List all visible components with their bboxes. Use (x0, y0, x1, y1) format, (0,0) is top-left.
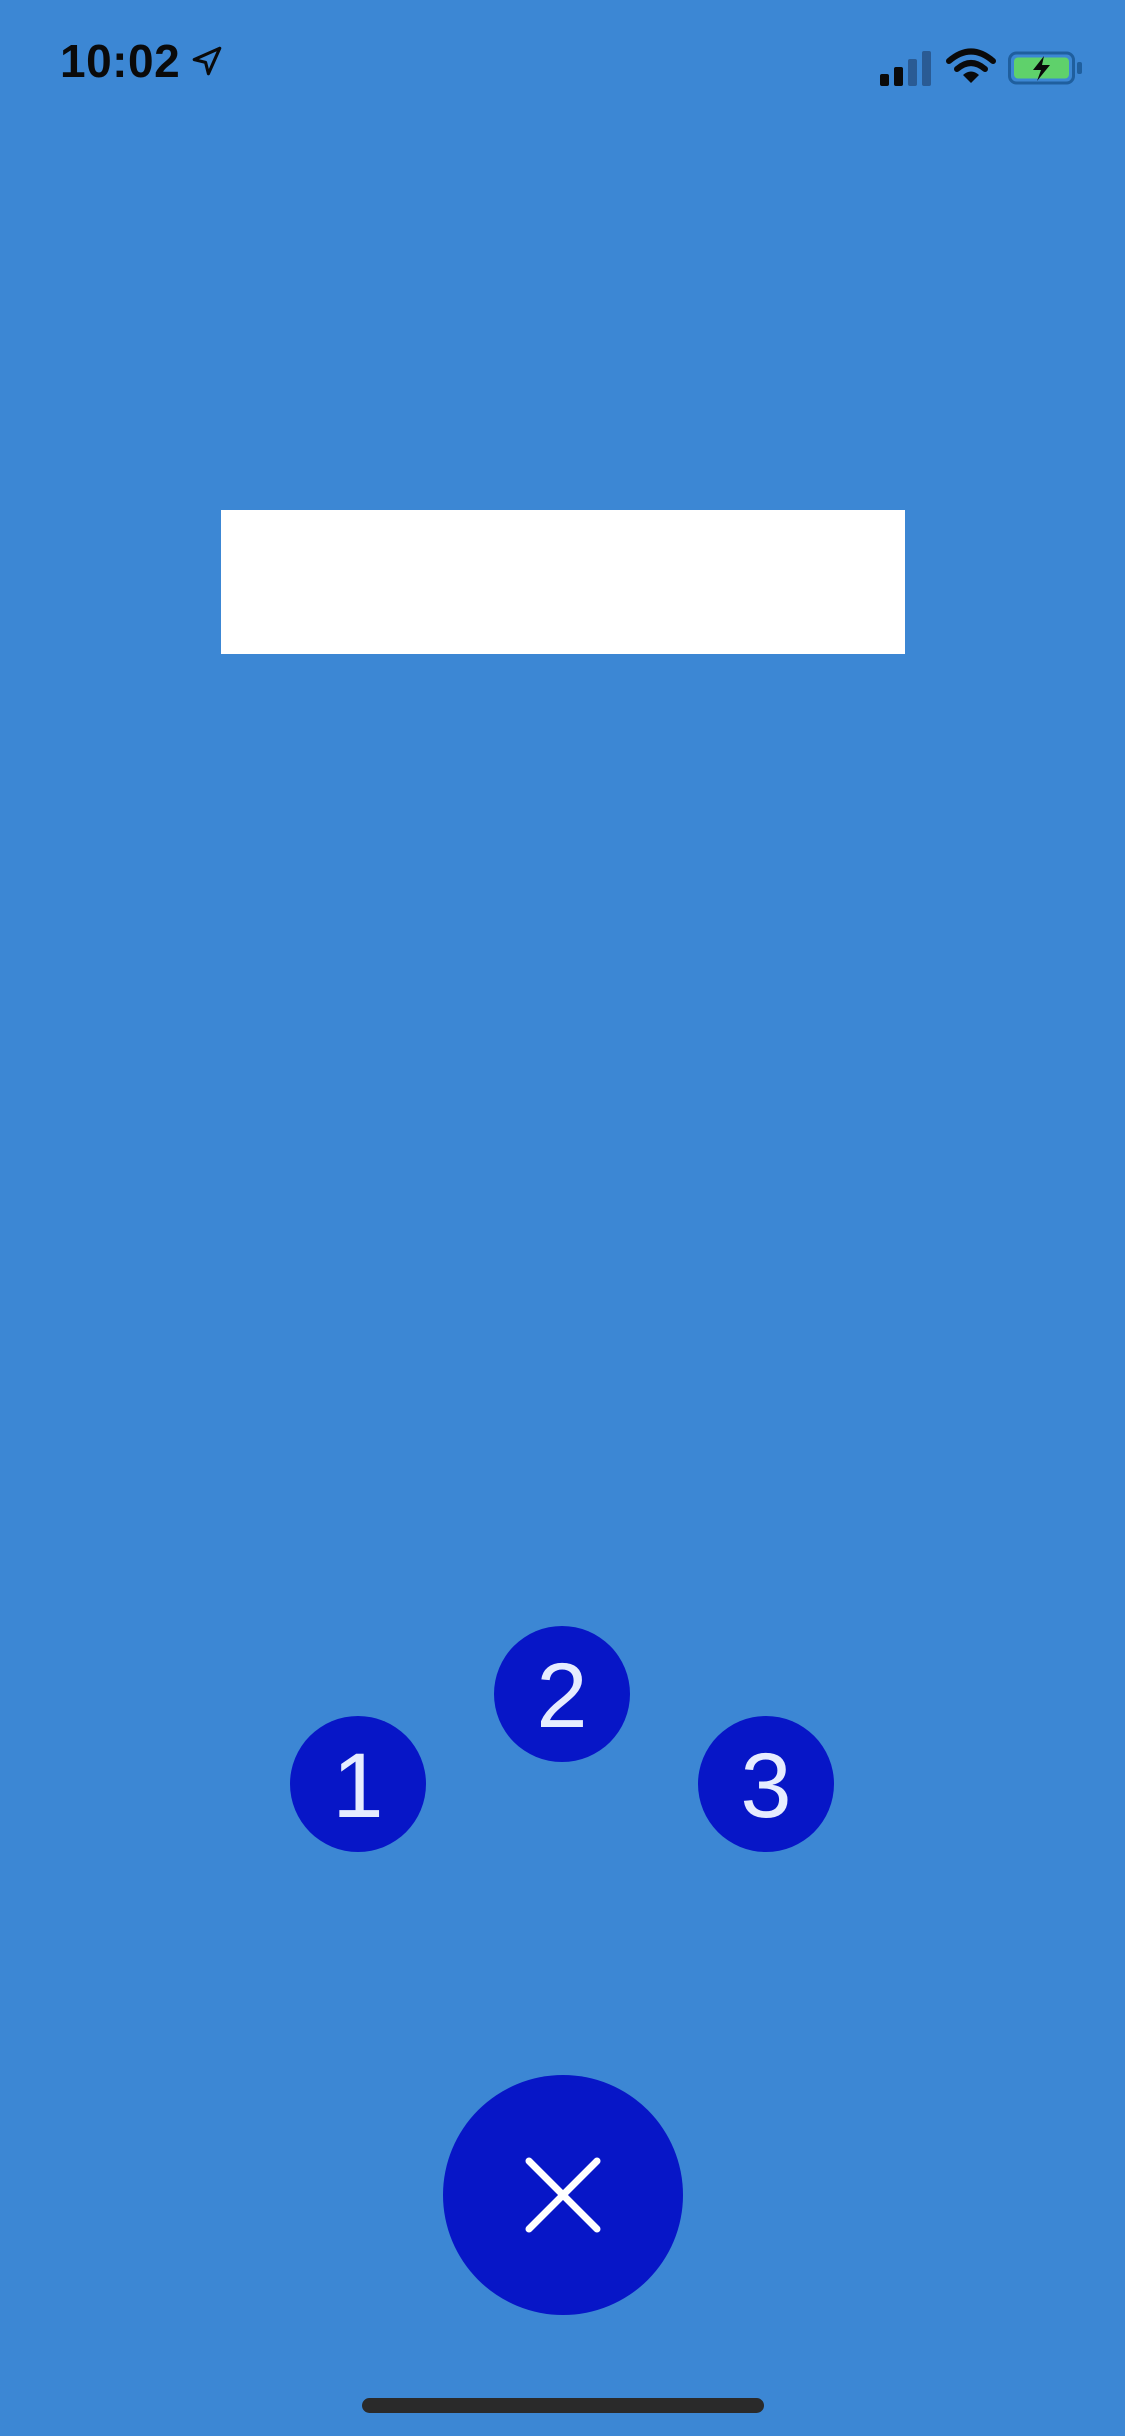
number-one-button[interactable]: 1 (290, 1716, 426, 1852)
home-indicator[interactable] (362, 2398, 764, 2413)
battery-charging-icon (1008, 51, 1082, 85)
close-button[interactable] (443, 2075, 683, 2315)
location-arrow-icon (192, 46, 222, 76)
number-three-button[interactable]: 3 (698, 1716, 834, 1852)
status-time-group: 10:02 (60, 38, 224, 84)
wifi-icon (946, 48, 996, 83)
number-two-button[interactable]: 2 (494, 1626, 630, 1762)
number-two-label: 2 (536, 1645, 588, 1747)
app-screen: 10:02 1 2 3 (0, 0, 1125, 2436)
status-time: 10:02 (60, 35, 181, 87)
status-bar: 10:02 (0, 0, 1125, 132)
number-three-label: 3 (740, 1735, 792, 1837)
cellular-signal-icon (880, 51, 931, 86)
white-banner (221, 510, 905, 654)
close-icon (525, 2157, 601, 2233)
number-one-label: 1 (332, 1735, 384, 1837)
